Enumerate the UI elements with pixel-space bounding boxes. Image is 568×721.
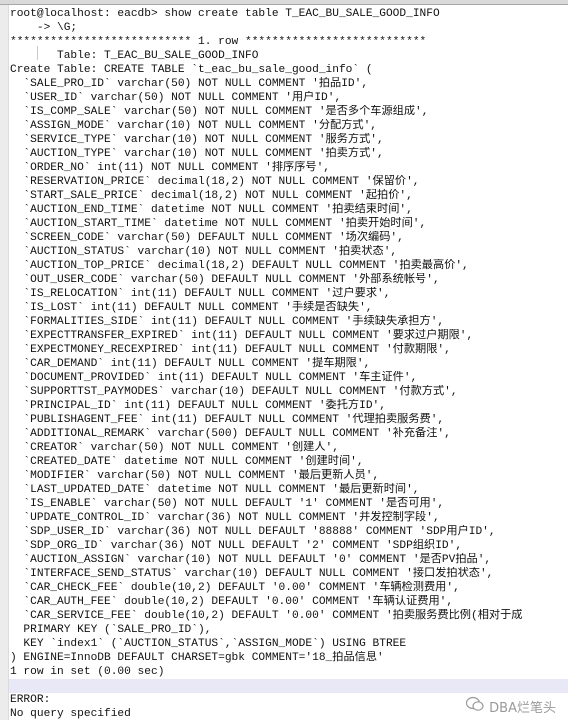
terminal-line: `CREATOR` varchar(50) NOT NULL COMMENT '…: [10, 442, 339, 454]
terminal-line: KEY `index1` (`AUCTION_STATUS`,`ASSIGN_M…: [10, 638, 407, 650]
terminal-line: `SALE_PRO_ID` varchar(50) NOT NULL COMME…: [10, 78, 369, 90]
watermark-text: DBA烂笔头: [489, 700, 556, 716]
terminal-line: `FORMALITIES_SIDE` int(11) DEFAULT NULL …: [10, 316, 445, 328]
terminal-line: `AUCTION_ASSIGN` varchar(10) NOT NULL DE…: [10, 554, 492, 566]
terminal-line: `IS_ENABLE` varchar(50) NOT NULL DEFAULT…: [10, 498, 445, 510]
terminal-line: `AUCTION_TOP_PRICE` decimal(18,2) DEFAUL…: [10, 260, 469, 272]
terminal-line: PRIMARY KEY (`SALE_PRO_ID`),: [10, 624, 212, 636]
terminal-line: `SDP_ORG_ID` varchar(36) NOT NULL DEFAUL…: [10, 540, 463, 552]
terminal-line: `IS_COMP_SALE` varchar(50) NOT NULL COMM…: [10, 106, 429, 118]
terminal-line: `OUT_USER_CODE` varchar(50) DEFAULT NULL…: [10, 274, 440, 286]
terminal-line: *************************** 1. row *****…: [10, 36, 427, 48]
tab-bar: [0, 0, 568, 5]
terminal-line: `CAR_CHECK_FEE` double(10,2) DEFAULT '0.…: [10, 582, 460, 594]
terminal-line: `DOCUMENT_PROVIDED` int(11) DEFAULT NULL…: [10, 372, 418, 384]
terminal-line: `SCREEN_CODE` varchar(50) DEFAULT NULL C…: [10, 232, 404, 244]
terminal-line: `RESERVATION_PRICE` decimal(18,2) NOT NU…: [10, 176, 420, 188]
terminal-line: `AUCTION_START_TIME` datetime NOT NULL C…: [10, 218, 427, 230]
terminal-line: `INTERFACE_SEND_STATUS` varchar(10) DEFA…: [10, 568, 494, 580]
terminal-line: `LAST_UPDATED_DATE` datetime NOT NULL CO…: [10, 484, 420, 496]
terminal-line: `AUCTION_TYPE` varchar(10) NOT NULL COMM…: [10, 148, 384, 160]
terminal-line: root@localhost: eacdb> show create table…: [10, 8, 440, 20]
terminal-line: `SERVICE_TYPE` varchar(10) NOT NULL COMM…: [10, 134, 384, 146]
terminal-line: -> \G;: [10, 22, 78, 34]
terminal-line: `UPDATE_CONTROL_ID` varchar(36) NOT NULL…: [10, 512, 440, 524]
terminal-line: Create Table: CREATE TABLE `t_eac_bu_sal…: [10, 64, 373, 76]
terminal-line: `PRINCIPAL_ID` int(11) DEFAULT NULL COMM…: [10, 400, 386, 412]
wechat-icon: [465, 696, 485, 716]
terminal-line: `ASSIGN_MODE` varchar(10) NOT NULL COMME…: [10, 120, 378, 132]
terminal-line: `IS_RELOCATION` int(11) DEFAULT NULL COM…: [10, 288, 391, 300]
terminal-line: `EXPECTTRANSFER_EXPIRED` int(11) DEFAULT…: [10, 330, 474, 342]
terminal-gutter: [0, 5, 9, 720]
terminal-line: `CAR_DEMAND` int(11) DEFAULT NULL COMMEN…: [10, 358, 371, 370]
terminal-line: `AUCTION_STATUS` varchar(10) NOT NULL CO…: [10, 246, 398, 258]
terminal-line: `SUPPORTTST_PAYMODES` varchar(10) DEFAUL…: [10, 386, 458, 398]
terminal-line: [9, 679, 568, 693]
terminal-line: `MODIFIER` varchar(50) NOT NULL COMMENT …: [10, 470, 380, 482]
terminal-line: `EXPECTMONEY_RECEXPIRED` int(11) DEFAULT…: [10, 344, 451, 356]
terminal-line: `PUBLISHAGENT_FEE` int(11) DEFAULT NULL …: [10, 414, 445, 426]
terminal-line: `ORDER_NO` int(11) NOT NULL COMMENT '排序序…: [10, 162, 331, 174]
terminal-line: `START_SALE_PRICE` decimal(18,2) NOT NUL…: [10, 190, 413, 202]
watermark: DBA烂笔头: [465, 696, 556, 716]
terminal-output[interactable]: root@localhost: eacdb> show create table…: [9, 7, 568, 721]
terminal-line: 1 row in set (0.00 sec): [10, 666, 165, 678]
terminal-line: `AUCTION_END_TIME` datetime NOT NULL COM…: [10, 204, 413, 216]
terminal-line: `CREATED_DATE` datetime NOT NULL COMMENT…: [10, 456, 364, 468]
terminal-line: `ADDITIONAL_REMARK` varchar(500) DEFAULT…: [10, 428, 451, 440]
terminal-line: `SDP_USER_ID` varchar(36) NOT NULL DEFAU…: [10, 526, 496, 538]
terminal-line: `USER_ID` varchar(50) NOT NULL COMMENT '…: [10, 92, 342, 104]
terminal-line: `CAR_SERVICE_FEE` double(10,2) DEFAULT '…: [10, 610, 523, 622]
terminal-line: `IS_LOST` int(11) DEFAULT NULL COMMENT '…: [10, 302, 373, 314]
terminal-line: `CAR_AUTH_FEE` double(10,2) DEFAULT '0.0…: [10, 596, 454, 608]
terminal-line: ) ENGINE=InnoDB DEFAULT CHARSET=gbk COMM…: [10, 652, 384, 664]
terminal-line: Table: T_EAC_BU_SALE_GOOD_INFO: [10, 50, 259, 62]
